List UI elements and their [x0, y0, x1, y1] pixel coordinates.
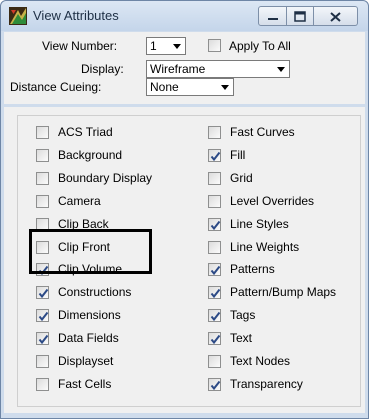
dimensions-checkbox[interactable] [36, 309, 49, 323]
data-fields-checkbox[interactable] [36, 332, 49, 346]
level-overrides-checkbox[interactable] [208, 194, 221, 208]
distance-cueing-dropdown[interactable]: None [146, 78, 234, 96]
apply-to-all-label: Apply To All [229, 39, 291, 53]
attribute-label: Line Weights [230, 239, 300, 254]
view-number-dropdown[interactable]: 1 [146, 37, 186, 55]
check-mark-icon [38, 312, 49, 322]
transparency-checkbox[interactable] [208, 377, 221, 391]
title-bar[interactable]: View Attributes [1, 1, 368, 31]
chevron-down-icon [221, 85, 229, 90]
line-weights-checkbox[interactable] [208, 240, 221, 254]
chevron-down-icon [173, 44, 181, 49]
clip-highlight-box [29, 229, 152, 274]
close-button[interactable] [314, 6, 358, 26]
constructions-checkbox[interactable] [36, 286, 49, 300]
check-mark-icon [210, 380, 221, 390]
check-mark-icon [210, 289, 221, 299]
maximize-button[interactable] [287, 6, 314, 26]
check-mark-icon [210, 220, 221, 230]
distance-cueing-label: Distance Cueing: [10, 80, 102, 94]
attribute-label: Tags [230, 308, 256, 323]
check-mark-icon [210, 151, 221, 161]
apply-to-all-checkbox[interactable] [208, 39, 221, 52]
fast-curves-checkbox[interactable] [208, 126, 221, 139]
attribute-label: Text [230, 331, 253, 346]
attribute-label: Dimensions [58, 308, 121, 323]
attribute-label: ACS Triad [58, 125, 113, 139]
attribute-label: Level Overrides [230, 193, 315, 208]
fast-cells-checkbox[interactable] [36, 377, 49, 391]
text-nodes-checkbox[interactable] [208, 355, 221, 368]
camera-checkbox[interactable] [36, 194, 49, 208]
app-icon [9, 7, 27, 25]
check-mark-icon [210, 312, 221, 322]
check-mark-icon [210, 266, 221, 276]
attribute-label: Patterns [230, 262, 275, 277]
text-checkbox[interactable] [208, 332, 221, 346]
display-dropdown[interactable]: Wireframe [146, 60, 290, 78]
check-mark-icon [38, 289, 49, 299]
line-styles-checkbox[interactable] [208, 217, 221, 231]
attribute-label: Transparency [230, 376, 303, 391]
attribute-label: Background [58, 147, 123, 162]
chevron-down-icon [277, 67, 285, 72]
acs-triad-checkbox[interactable] [36, 126, 49, 139]
display-value: Wireframe [150, 62, 206, 76]
grid-checkbox[interactable] [208, 171, 221, 185]
minimize-button[interactable] [258, 6, 287, 26]
check-mark-icon [210, 334, 221, 345]
attribute-label: Pattern/Bump Maps [230, 285, 337, 300]
view-settings-panel: View Number: 1 Apply To All Display: Wir… [4, 32, 365, 104]
tags-checkbox[interactable] [208, 309, 221, 323]
view-attributes-dialog: View Attributes View Number: 1 Apply To … [0, 0, 369, 419]
attribute-label: Fast Curves [230, 125, 295, 139]
attribute-label: Fill [230, 147, 246, 162]
boundary-display-checkbox[interactable] [36, 171, 49, 185]
attribute-label: Constructions [58, 285, 132, 300]
attribute-label: Grid [230, 170, 253, 185]
attribute-label: Data Fields [58, 331, 119, 346]
attribute-label: Line Styles [230, 216, 289, 231]
view-number-label: View Number: [42, 39, 118, 53]
window-title: View Attributes [33, 8, 119, 23]
fill-checkbox[interactable] [208, 148, 221, 162]
check-mark-icon [38, 334, 49, 345]
attribute-label: Camera [58, 193, 101, 208]
attribute-label: Boundary Display [58, 170, 153, 185]
attribute-label: Displayset [58, 354, 114, 368]
attribute-label: Fast Cells [58, 376, 112, 391]
attribute-label: Text Nodes [230, 354, 291, 368]
displayset-checkbox[interactable] [36, 355, 49, 368]
display-label: Display: [81, 62, 124, 76]
background-checkbox[interactable] [36, 148, 49, 162]
pattern-bump-maps-checkbox[interactable] [208, 286, 221, 300]
patterns-checkbox[interactable] [208, 263, 221, 277]
distance-cueing-value: None [150, 80, 179, 94]
view-number-value: 1 [150, 39, 157, 53]
